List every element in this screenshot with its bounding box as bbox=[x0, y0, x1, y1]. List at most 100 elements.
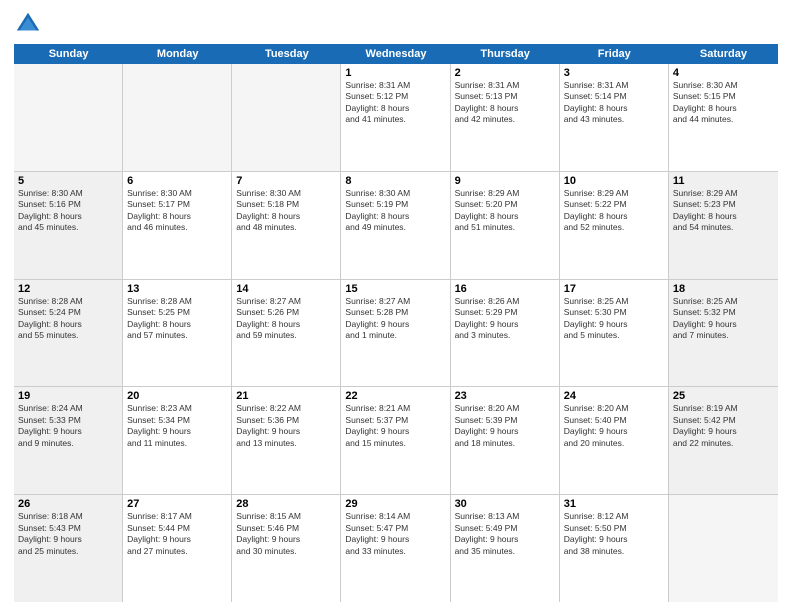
day-number: 11 bbox=[673, 175, 774, 187]
day-number: 20 bbox=[127, 390, 227, 402]
day-number: 13 bbox=[127, 283, 227, 295]
calendar-cell: 21Sunrise: 8:22 AM Sunset: 5:36 PM Dayli… bbox=[232, 387, 341, 494]
day-info: Sunrise: 8:24 AM Sunset: 5:33 PM Dayligh… bbox=[18, 403, 118, 449]
day-info: Sunrise: 8:30 AM Sunset: 5:17 PM Dayligh… bbox=[127, 188, 227, 234]
calendar-week-row: 1Sunrise: 8:31 AM Sunset: 5:12 PM Daylig… bbox=[14, 64, 778, 172]
calendar-week-row: 19Sunrise: 8:24 AM Sunset: 5:33 PM Dayli… bbox=[14, 387, 778, 495]
day-info: Sunrise: 8:27 AM Sunset: 5:26 PM Dayligh… bbox=[236, 296, 336, 342]
day-number: 16 bbox=[455, 283, 555, 295]
calendar-cell: 28Sunrise: 8:15 AM Sunset: 5:46 PM Dayli… bbox=[232, 495, 341, 602]
day-info: Sunrise: 8:25 AM Sunset: 5:30 PM Dayligh… bbox=[564, 296, 664, 342]
calendar-week-row: 5Sunrise: 8:30 AM Sunset: 5:16 PM Daylig… bbox=[14, 172, 778, 280]
day-of-week-header: Saturday bbox=[669, 44, 778, 64]
calendar-cell: 23Sunrise: 8:20 AM Sunset: 5:39 PM Dayli… bbox=[451, 387, 560, 494]
day-info: Sunrise: 8:27 AM Sunset: 5:28 PM Dayligh… bbox=[345, 296, 445, 342]
day-info: Sunrise: 8:30 AM Sunset: 5:18 PM Dayligh… bbox=[236, 188, 336, 234]
calendar-cell: 27Sunrise: 8:17 AM Sunset: 5:44 PM Dayli… bbox=[123, 495, 232, 602]
calendar-cell bbox=[14, 64, 123, 171]
day-info: Sunrise: 8:22 AM Sunset: 5:36 PM Dayligh… bbox=[236, 403, 336, 449]
day-info: Sunrise: 8:20 AM Sunset: 5:40 PM Dayligh… bbox=[564, 403, 664, 449]
day-number: 17 bbox=[564, 283, 664, 295]
day-of-week-header: Thursday bbox=[451, 44, 560, 64]
day-number: 31 bbox=[564, 498, 664, 510]
calendar-cell: 5Sunrise: 8:30 AM Sunset: 5:16 PM Daylig… bbox=[14, 172, 123, 279]
day-info: Sunrise: 8:14 AM Sunset: 5:47 PM Dayligh… bbox=[345, 511, 445, 557]
calendar-cell: 26Sunrise: 8:18 AM Sunset: 5:43 PM Dayli… bbox=[14, 495, 123, 602]
day-number: 1 bbox=[345, 67, 445, 79]
day-of-week-header: Monday bbox=[123, 44, 232, 64]
calendar-cell: 2Sunrise: 8:31 AM Sunset: 5:13 PM Daylig… bbox=[451, 64, 560, 171]
day-number: 10 bbox=[564, 175, 664, 187]
day-number: 28 bbox=[236, 498, 336, 510]
day-of-week-header: Wednesday bbox=[341, 44, 450, 64]
day-of-week-header: Tuesday bbox=[232, 44, 341, 64]
calendar-cell: 29Sunrise: 8:14 AM Sunset: 5:47 PM Dayli… bbox=[341, 495, 450, 602]
day-number: 22 bbox=[345, 390, 445, 402]
calendar-cell: 17Sunrise: 8:25 AM Sunset: 5:30 PM Dayli… bbox=[560, 280, 669, 387]
day-info: Sunrise: 8:18 AM Sunset: 5:43 PM Dayligh… bbox=[18, 511, 118, 557]
day-info: Sunrise: 8:29 AM Sunset: 5:20 PM Dayligh… bbox=[455, 188, 555, 234]
day-info: Sunrise: 8:21 AM Sunset: 5:37 PM Dayligh… bbox=[345, 403, 445, 449]
day-number: 19 bbox=[18, 390, 118, 402]
calendar-cell: 12Sunrise: 8:28 AM Sunset: 5:24 PM Dayli… bbox=[14, 280, 123, 387]
day-of-week-header: Sunday bbox=[14, 44, 123, 64]
day-of-week-header: Friday bbox=[560, 44, 669, 64]
day-number: 27 bbox=[127, 498, 227, 510]
day-info: Sunrise: 8:31 AM Sunset: 5:12 PM Dayligh… bbox=[345, 80, 445, 126]
day-info: Sunrise: 8:30 AM Sunset: 5:16 PM Dayligh… bbox=[18, 188, 118, 234]
calendar-cell: 4Sunrise: 8:30 AM Sunset: 5:15 PM Daylig… bbox=[669, 64, 778, 171]
day-info: Sunrise: 8:30 AM Sunset: 5:19 PM Dayligh… bbox=[345, 188, 445, 234]
day-number: 9 bbox=[455, 175, 555, 187]
day-number: 12 bbox=[18, 283, 118, 295]
header bbox=[14, 10, 778, 38]
day-number: 24 bbox=[564, 390, 664, 402]
day-info: Sunrise: 8:17 AM Sunset: 5:44 PM Dayligh… bbox=[127, 511, 227, 557]
day-info: Sunrise: 8:31 AM Sunset: 5:14 PM Dayligh… bbox=[564, 80, 664, 126]
day-number: 18 bbox=[673, 283, 774, 295]
calendar-cell: 24Sunrise: 8:20 AM Sunset: 5:40 PM Dayli… bbox=[560, 387, 669, 494]
day-info: Sunrise: 8:25 AM Sunset: 5:32 PM Dayligh… bbox=[673, 296, 774, 342]
logo bbox=[14, 10, 46, 38]
calendar-cell bbox=[123, 64, 232, 171]
calendar-cell: 11Sunrise: 8:29 AM Sunset: 5:23 PM Dayli… bbox=[669, 172, 778, 279]
day-info: Sunrise: 8:26 AM Sunset: 5:29 PM Dayligh… bbox=[455, 296, 555, 342]
day-number: 3 bbox=[564, 67, 664, 79]
calendar-cell: 25Sunrise: 8:19 AM Sunset: 5:42 PM Dayli… bbox=[669, 387, 778, 494]
calendar-cell: 6Sunrise: 8:30 AM Sunset: 5:17 PM Daylig… bbox=[123, 172, 232, 279]
calendar-cell: 30Sunrise: 8:13 AM Sunset: 5:49 PM Dayli… bbox=[451, 495, 560, 602]
logo-icon bbox=[14, 10, 42, 38]
calendar-cell: 1Sunrise: 8:31 AM Sunset: 5:12 PM Daylig… bbox=[341, 64, 450, 171]
calendar: SundayMondayTuesdayWednesdayThursdayFrid… bbox=[14, 44, 778, 602]
day-info: Sunrise: 8:15 AM Sunset: 5:46 PM Dayligh… bbox=[236, 511, 336, 557]
day-info: Sunrise: 8:28 AM Sunset: 5:25 PM Dayligh… bbox=[127, 296, 227, 342]
calendar-body: 1Sunrise: 8:31 AM Sunset: 5:12 PM Daylig… bbox=[14, 64, 778, 602]
calendar-cell: 3Sunrise: 8:31 AM Sunset: 5:14 PM Daylig… bbox=[560, 64, 669, 171]
calendar-cell: 7Sunrise: 8:30 AM Sunset: 5:18 PM Daylig… bbox=[232, 172, 341, 279]
calendar-cell: 31Sunrise: 8:12 AM Sunset: 5:50 PM Dayli… bbox=[560, 495, 669, 602]
calendar-cell: 19Sunrise: 8:24 AM Sunset: 5:33 PM Dayli… bbox=[14, 387, 123, 494]
day-number: 29 bbox=[345, 498, 445, 510]
day-info: Sunrise: 8:13 AM Sunset: 5:49 PM Dayligh… bbox=[455, 511, 555, 557]
day-info: Sunrise: 8:19 AM Sunset: 5:42 PM Dayligh… bbox=[673, 403, 774, 449]
day-info: Sunrise: 8:30 AM Sunset: 5:15 PM Dayligh… bbox=[673, 80, 774, 126]
day-number: 7 bbox=[236, 175, 336, 187]
day-number: 26 bbox=[18, 498, 118, 510]
day-info: Sunrise: 8:29 AM Sunset: 5:22 PM Dayligh… bbox=[564, 188, 664, 234]
day-info: Sunrise: 8:29 AM Sunset: 5:23 PM Dayligh… bbox=[673, 188, 774, 234]
calendar-cell: 9Sunrise: 8:29 AM Sunset: 5:20 PM Daylig… bbox=[451, 172, 560, 279]
calendar-cell: 10Sunrise: 8:29 AM Sunset: 5:22 PM Dayli… bbox=[560, 172, 669, 279]
day-info: Sunrise: 8:12 AM Sunset: 5:50 PM Dayligh… bbox=[564, 511, 664, 557]
day-number: 8 bbox=[345, 175, 445, 187]
day-info: Sunrise: 8:28 AM Sunset: 5:24 PM Dayligh… bbox=[18, 296, 118, 342]
calendar-cell: 18Sunrise: 8:25 AM Sunset: 5:32 PM Dayli… bbox=[669, 280, 778, 387]
calendar-cell bbox=[669, 495, 778, 602]
calendar-header: SundayMondayTuesdayWednesdayThursdayFrid… bbox=[14, 44, 778, 64]
day-number: 15 bbox=[345, 283, 445, 295]
day-number: 14 bbox=[236, 283, 336, 295]
calendar-week-row: 12Sunrise: 8:28 AM Sunset: 5:24 PM Dayli… bbox=[14, 280, 778, 388]
day-number: 21 bbox=[236, 390, 336, 402]
day-number: 23 bbox=[455, 390, 555, 402]
day-number: 5 bbox=[18, 175, 118, 187]
day-number: 4 bbox=[673, 67, 774, 79]
day-number: 25 bbox=[673, 390, 774, 402]
